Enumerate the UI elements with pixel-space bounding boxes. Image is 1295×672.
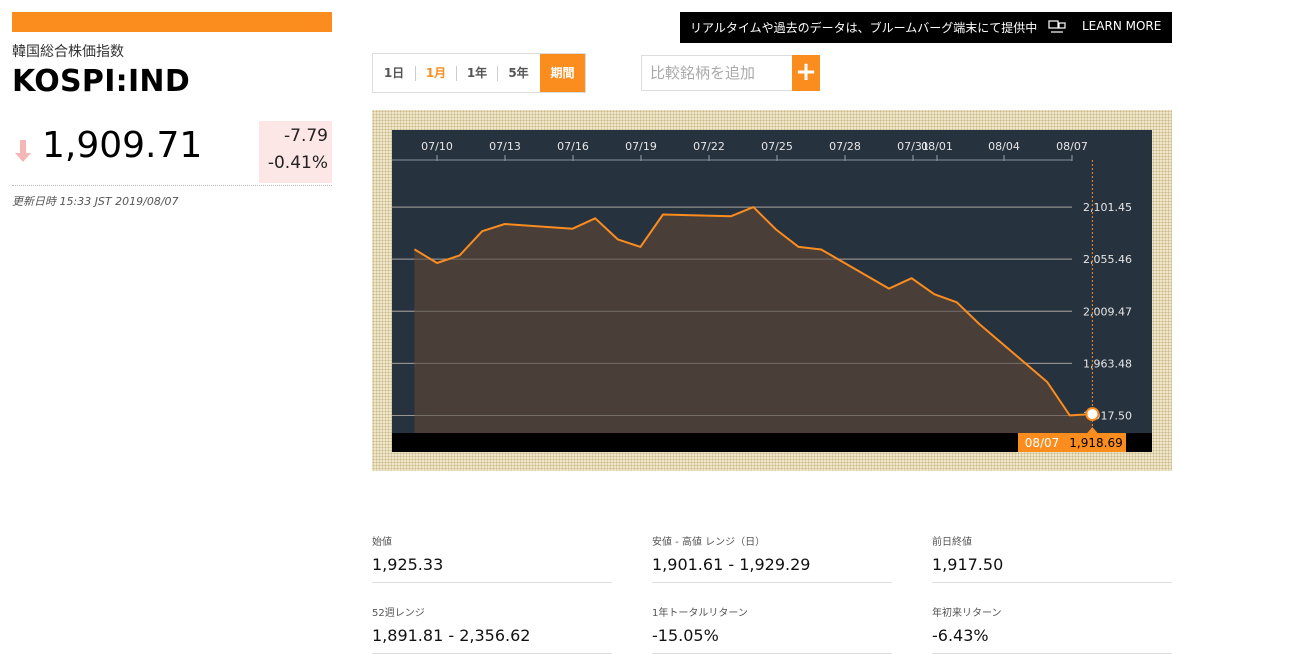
stat-label-prev-close: 前日終値	[932, 537, 972, 548]
price-change: -7.79	[284, 126, 328, 146]
updated-timestamp: 更新日時 15:33 JST 2019/08/07	[12, 195, 179, 208]
index-name: 韓国総合株価指数	[12, 44, 124, 60]
divider	[932, 582, 1172, 583]
change-badge: -7.79 -0.41%	[259, 121, 332, 183]
stat-value-open: 1,925.33	[372, 555, 444, 574]
x-tick-label: 08/04	[988, 140, 1020, 153]
x-tick-label: 08/07	[1056, 140, 1088, 153]
x-tick-label: 07/16	[557, 140, 589, 153]
last-point-marker	[1085, 407, 1100, 422]
crosshair-value: 1,918.69	[1069, 436, 1122, 450]
y-tick-label: 2,009.47	[1083, 305, 1132, 318]
x-tick-label: 07/10	[421, 140, 453, 153]
x-tick-label: 07/28	[829, 140, 861, 153]
price-chart[interactable]: 07/10 07/13 07/16 07/19 07/22 07/25 07/28 07/31…	[392, 130, 1152, 452]
crosshair-date: 08/07	[1025, 436, 1060, 450]
stat-label-52w-range: 52週レンジ	[372, 608, 425, 619]
y-tick-label: 1,963.48	[1083, 357, 1132, 370]
divider	[652, 582, 892, 583]
divider	[372, 653, 612, 654]
stat-value-prev-close: 1,917.50	[932, 555, 1004, 574]
terminal-icon	[1048, 20, 1066, 33]
stat-label-ytd-return: 年初来リターン	[932, 608, 1002, 619]
tab-1d[interactable]: 1日	[373, 54, 415, 92]
divider	[932, 653, 1172, 654]
terminal-banner[interactable]: リアルタイムや過去のデータは、ブルームバーグ端末にて提供中 LEARN MORE	[680, 12, 1172, 43]
stat-value-1y-return: -15.05%	[652, 626, 719, 645]
x-tick-label: 07/19	[625, 140, 657, 153]
stat-label-day-range: 安値 - 高値 レンジ（日）	[652, 537, 766, 548]
tab-1y[interactable]: 1年	[457, 54, 497, 92]
brand-bar	[12, 12, 332, 32]
divider	[372, 582, 612, 583]
stat-label-open: 始値	[372, 537, 392, 548]
x-tick-label: 07/25	[761, 140, 793, 153]
learn-more-link[interactable]: LEARN MORE	[1082, 19, 1161, 33]
y-tick-label: 2,055.46	[1083, 253, 1132, 266]
x-tick-label: 07/22	[693, 140, 725, 153]
compare-input[interactable]	[641, 55, 793, 91]
tab-1m[interactable]: 1月	[416, 54, 456, 92]
arrow-down-icon	[15, 140, 31, 162]
range-tabs: 1日 1月 1年 5年 期間	[372, 53, 586, 93]
stat-value-52w-range: 1,891.81 - 2,356.62	[372, 626, 531, 645]
x-tick-label: 07/13	[489, 140, 521, 153]
y-tick-label: 2,101.45	[1083, 201, 1132, 214]
last-price: 1,909.71	[42, 125, 203, 166]
stat-value-day-range: 1,901.61 - 1,929.29	[652, 555, 811, 574]
tab-custom-period[interactable]: 期間	[540, 54, 585, 92]
add-compare-button[interactable]: +	[792, 55, 820, 91]
price-change-percent: -0.41%	[267, 153, 328, 173]
ticker-symbol: KOSPI:IND	[12, 64, 191, 99]
stat-label-1y-return: 1年トータルリターン	[652, 608, 748, 619]
stat-value-ytd-return: -6.43%	[932, 626, 989, 645]
x-tick-label: 08/01	[921, 140, 953, 153]
divider	[12, 185, 332, 186]
divider	[652, 653, 892, 654]
tab-5y[interactable]: 5年	[498, 54, 539, 92]
banner-text: リアルタイムや過去のデータは、ブルームバーグ端末にて提供中	[690, 21, 1038, 35]
